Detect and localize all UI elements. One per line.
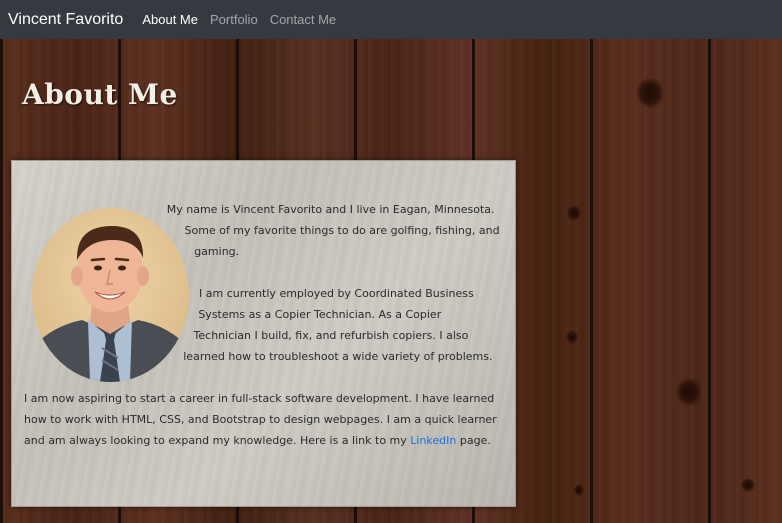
bio-paragraph-last: I am now aspiring to start a career in f…	[24, 388, 501, 451]
profile-photo	[32, 208, 189, 382]
wood-knot	[566, 330, 578, 344]
wood-knot	[676, 378, 702, 406]
nav-link-portfolio[interactable]: Portfolio	[210, 12, 258, 27]
about-card: My name is Vincent Favorito and I live i…	[11, 160, 516, 507]
profile-photo-icon	[32, 208, 189, 382]
nav-link-about-me[interactable]: About Me	[142, 12, 198, 27]
wood-knot	[741, 478, 755, 492]
linkedin-link[interactable]: LinkedIn	[410, 434, 456, 447]
brand-link[interactable]: Vincent Favorito	[8, 11, 123, 29]
wood-knot	[567, 205, 581, 221]
navbar: Vincent Favorito About Me Portfolio Cont…	[0, 0, 782, 39]
wood-knot	[636, 78, 664, 108]
bio-text-end: page.	[456, 434, 491, 447]
wood-knot	[574, 484, 584, 496]
page-title: About Me	[22, 78, 178, 111]
nav-link-contact-me[interactable]: Contact Me	[270, 12, 336, 27]
